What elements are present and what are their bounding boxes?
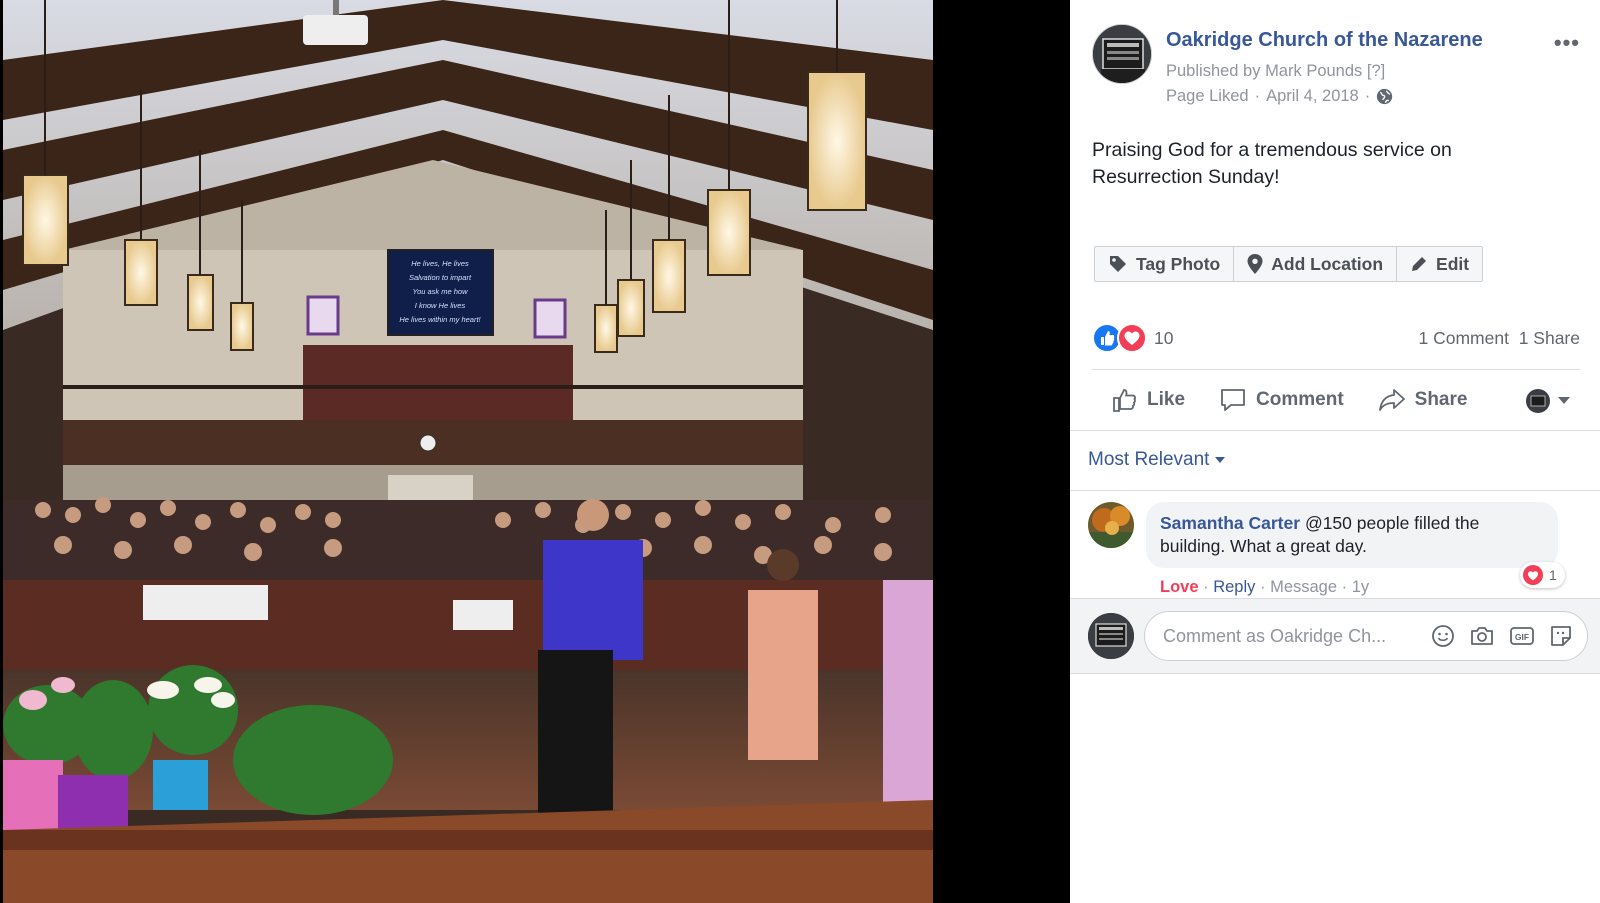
photo-action-bar: Tag Photo Add Location Edit (1094, 246, 1484, 282)
comment-input-placeholder: Comment as Oakridge Ch... (1163, 626, 1387, 646)
post-side-panel: Oakridge Church of the Nazarene Publishe… (1070, 0, 1600, 903)
speech-bubble-icon (1219, 387, 1247, 413)
camera-icon[interactable] (1469, 624, 1495, 648)
add-location-button[interactable]: Add Location (1234, 247, 1398, 281)
globe-icon[interactable] (1376, 88, 1393, 105)
divider (1070, 430, 1600, 431)
comment-timestamp-link[interactable]: 1y (1352, 578, 1369, 596)
action-separator: · (1259, 578, 1266, 596)
page-avatar[interactable] (1092, 24, 1152, 84)
comment-count-link[interactable]: 1 Comment (1419, 328, 1509, 348)
add-location-label: Add Location (1271, 253, 1384, 274)
meta-separator: · (1364, 87, 1371, 105)
composer-avatar (1088, 613, 1134, 659)
emoji-icon[interactable] (1431, 624, 1455, 648)
published-hint-link[interactable]: [?] (1367, 62, 1385, 80)
love-reaction-icon (1523, 565, 1543, 585)
action-separator: · (1203, 578, 1209, 596)
action-separator: · (1341, 578, 1348, 596)
meta-separator: · (1254, 87, 1261, 105)
published-by: Published by Mark Pounds [?] (1166, 62, 1385, 81)
pencil-icon (1410, 255, 1428, 273)
screen-line-4: I know He lives (415, 301, 466, 310)
comment-reply-button[interactable]: Reply (1213, 578, 1255, 596)
share-count-link[interactable]: 1 Share (1519, 328, 1580, 348)
post-message: Praising God for a tremendous service on… (1092, 139, 1452, 188)
page-liked-status: Page Liked (1166, 87, 1249, 105)
tag-photo-label: Tag Photo (1136, 253, 1221, 274)
post-meta: Page Liked · April 4, 2018 · (1166, 87, 1393, 106)
love-reaction-icon (1117, 323, 1147, 353)
divider (1070, 490, 1600, 491)
screen-line-2: Salvation to impart (409, 273, 472, 282)
comments-shares-summary: 1 Comment 1 Share (1419, 328, 1580, 349)
comment-button[interactable]: Comment (1219, 387, 1344, 413)
published-by-text: Published by Mark Pounds (1166, 62, 1363, 80)
commenter-avatar[interactable] (1088, 502, 1134, 548)
share-button[interactable]: Share (1378, 388, 1468, 412)
like-button[interactable]: Like (1112, 387, 1185, 413)
comment-actions: Love · Reply · Message · 1y (1160, 578, 1369, 597)
gif-icon[interactable]: GIF (1509, 624, 1535, 648)
comment-love-button[interactable]: Love (1160, 578, 1199, 596)
svg-text:GIF: GIF (1515, 632, 1529, 642)
comment-reaction-badge[interactable]: 1 (1520, 562, 1565, 588)
comment-bubble: Samantha Carter @150 people filled the b… (1146, 502, 1558, 568)
sticker-icon[interactable] (1549, 624, 1573, 648)
thumbs-up-icon (1112, 387, 1138, 413)
comment-reaction-count: 1 (1549, 567, 1557, 583)
caret-down-icon (1215, 457, 1226, 463)
edit-button[interactable]: Edit (1397, 247, 1482, 281)
location-pin-icon (1247, 254, 1263, 274)
post-action-row: Like Comment Share (1092, 380, 1580, 420)
post-photo[interactable]: He lives, He lives Salvation to impart Y… (3, 0, 933, 903)
post-date-link[interactable]: April 4, 2018 (1266, 87, 1359, 106)
screen-line-5: He lives within my heart! (399, 315, 481, 324)
reactions-summary: 10 1 Comment 1 Share (1092, 323, 1580, 353)
reaction-icons[interactable] (1092, 323, 1147, 353)
share-label: Share (1414, 389, 1468, 410)
divider (1092, 369, 1580, 370)
share-arrow-icon (1378, 388, 1406, 412)
edit-label: Edit (1436, 253, 1470, 274)
more-options-icon[interactable]: ••• (1554, 30, 1580, 56)
screen-line-3: You ask me how (412, 287, 468, 296)
caret-down-icon (1558, 397, 1570, 405)
page-name-link[interactable]: Oakridge Church of the Nazarene (1166, 29, 1483, 52)
comment-input[interactable]: Comment as Oakridge Ch... GIF (1144, 611, 1588, 661)
tag-photo-button[interactable]: Tag Photo (1095, 247, 1235, 281)
comment-label: Comment (1256, 389, 1344, 410)
comment-item: Samantha Carter @150 people filled the b… (1088, 502, 1580, 596)
photo-viewer: He lives, He lives Salvation to impart Y… (0, 0, 1600, 903)
commenter-name-link[interactable]: Samantha Carter (1160, 513, 1300, 533)
comment-message-button[interactable]: Message (1270, 578, 1337, 596)
page-avatar-small (1526, 389, 1550, 413)
post-header: Oakridge Church of the Nazarene Publishe… (1092, 24, 1582, 114)
sort-label: Most Relevant (1088, 449, 1210, 470)
photo-pane: He lives, He lives Salvation to impart Y… (0, 0, 1070, 903)
tag-icon (1108, 254, 1128, 274)
screen-line-1: He lives, He lives (411, 259, 469, 268)
comment-sort-selector[interactable]: Most Relevant (1088, 449, 1226, 471)
reaction-count[interactable]: 10 (1154, 328, 1173, 349)
composer-icons: GIF (1431, 624, 1573, 648)
post-as-selector[interactable] (1526, 389, 1570, 413)
like-label: Like (1147, 389, 1186, 410)
